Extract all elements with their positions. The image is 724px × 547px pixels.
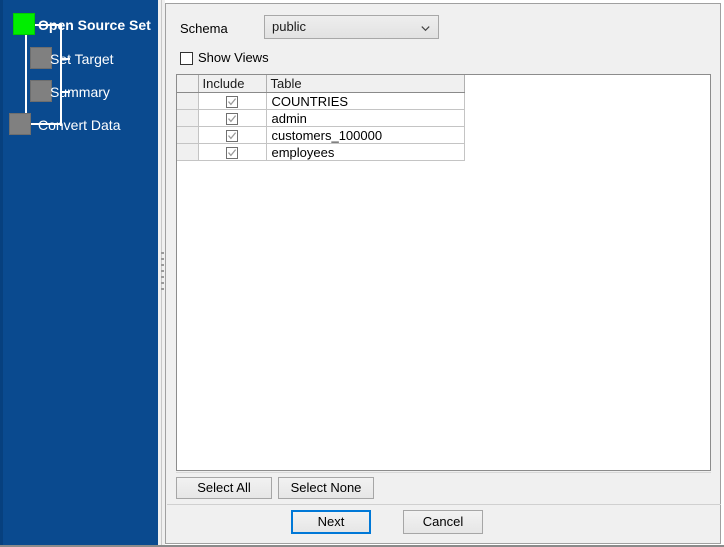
sidebar-item-open-source-set[interactable]: Open Source Set bbox=[38, 16, 151, 34]
include-checkbox-icon[interactable] bbox=[226, 130, 238, 142]
row-include-cell[interactable] bbox=[198, 110, 266, 127]
column-header-selector[interactable] bbox=[177, 75, 198, 93]
row-selector-cell[interactable] bbox=[177, 110, 198, 127]
row-selector-cell[interactable] bbox=[177, 144, 198, 161]
wizard-page-content: Schema public Show Views bbox=[165, 3, 721, 544]
include-checkbox-icon[interactable] bbox=[226, 113, 238, 125]
row-table-name[interactable]: COUNTRIES bbox=[266, 93, 464, 110]
chevron-down-icon bbox=[421, 24, 430, 33]
schema-label: Schema bbox=[180, 21, 228, 36]
row-table-name[interactable]: customers_100000 bbox=[266, 127, 464, 144]
show-views-label: Show Views bbox=[198, 50, 269, 65]
nav-connector-vertical-branch bbox=[60, 24, 62, 126]
table-row[interactable]: COUNTRIES bbox=[177, 93, 464, 110]
tables-grid-container[interactable]: Include Table COUNTRIES bbox=[176, 74, 711, 471]
cancel-button[interactable]: Cancel bbox=[403, 510, 483, 534]
row-table-name[interactable]: employees bbox=[266, 144, 464, 161]
select-none-button[interactable]: Select None bbox=[278, 477, 374, 499]
nav-marker-convert-data[interactable] bbox=[9, 113, 31, 135]
nav-marker-open-source-set[interactable] bbox=[13, 13, 35, 35]
row-include-cell[interactable] bbox=[198, 144, 266, 161]
row-include-cell[interactable] bbox=[198, 93, 266, 110]
table-header-row: Include Table bbox=[177, 75, 464, 93]
table-row[interactable]: employees bbox=[177, 144, 464, 161]
select-all-button[interactable]: Select All bbox=[176, 477, 272, 499]
schema-select[interactable]: public bbox=[264, 15, 439, 39]
include-checkbox-icon[interactable] bbox=[226, 96, 238, 108]
show-views-checkbox-box[interactable] bbox=[180, 52, 193, 65]
sidebar-item-set-target[interactable]: Set Target bbox=[50, 50, 114, 68]
column-header-include[interactable]: Include bbox=[198, 75, 266, 93]
sidebar-item-summary[interactable]: Summary bbox=[50, 83, 110, 101]
tables-grid-body: COUNTRIES admin bbox=[177, 93, 464, 161]
nav-marker-set-target[interactable] bbox=[30, 47, 52, 69]
row-include-cell[interactable] bbox=[198, 127, 266, 144]
tables-grid: Include Table COUNTRIES bbox=[177, 75, 465, 161]
splitter-grip-icon[interactable] bbox=[161, 252, 164, 296]
table-row[interactable]: customers_100000 bbox=[177, 127, 464, 144]
nav-panel-edge bbox=[0, 0, 3, 547]
row-table-name[interactable]: admin bbox=[266, 110, 464, 127]
footer-divider bbox=[167, 504, 721, 505]
column-header-table[interactable]: Table bbox=[266, 75, 464, 93]
table-row[interactable]: admin bbox=[177, 110, 464, 127]
grid-bottom-divider bbox=[176, 472, 711, 473]
row-selector-cell[interactable] bbox=[177, 127, 198, 144]
sidebar-item-convert-data[interactable]: Convert Data bbox=[38, 116, 120, 134]
schema-select-value: public bbox=[272, 19, 306, 34]
wizard-step-nav: Open Source Set Set Target Summary Conve… bbox=[0, 0, 158, 547]
include-checkbox-icon[interactable] bbox=[226, 147, 238, 159]
wizard-window: Open Source Set Set Target Summary Conve… bbox=[0, 0, 724, 547]
row-selector-cell[interactable] bbox=[177, 93, 198, 110]
nav-marker-summary[interactable] bbox=[30, 80, 52, 102]
nav-connector-vertical-main bbox=[25, 30, 27, 124]
next-button[interactable]: Next bbox=[291, 510, 371, 534]
